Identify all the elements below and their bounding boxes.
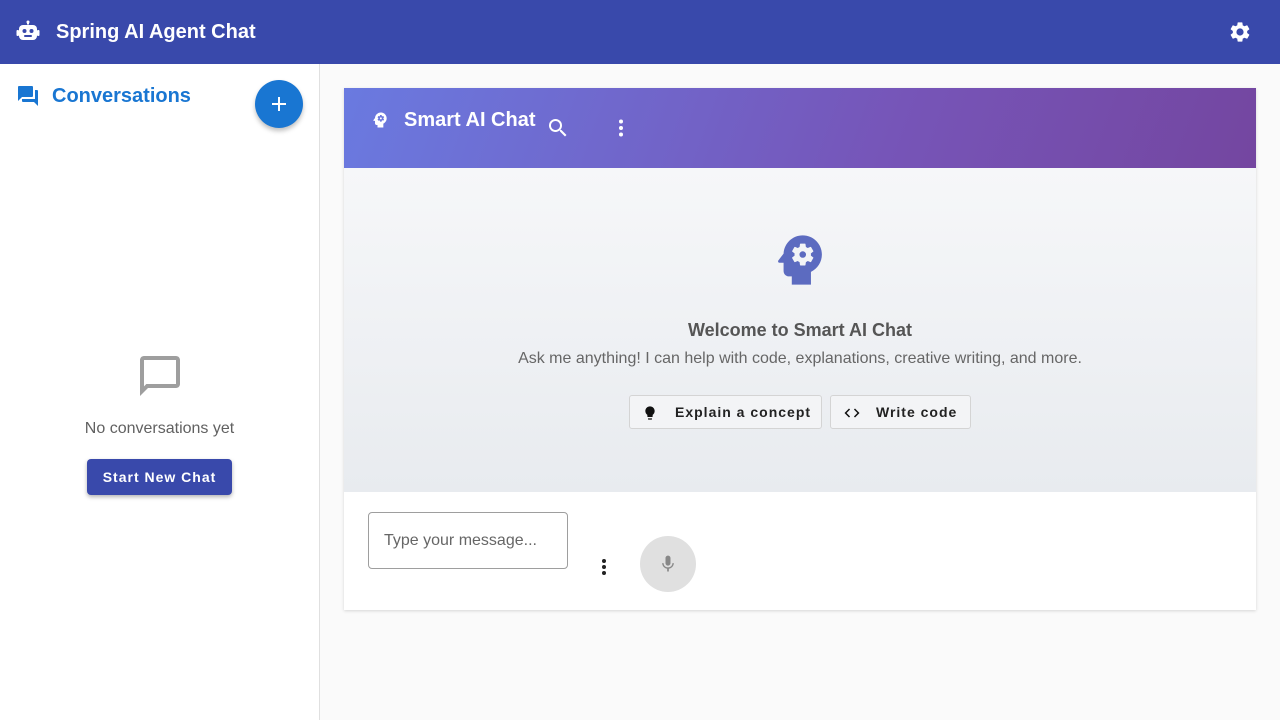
suggestion-write-code[interactable]: Write code [830,395,971,429]
welcome-title: Welcome to Smart AI Chat [687,320,913,340]
suggestion-explain-concept[interactable]: Explain a concept [629,395,822,429]
chat-card: Smart AI Chat Welcome to Smart AI Chat A… [344,88,1256,610]
suggestion-label: Explain a concept [675,404,812,420]
message-input[interactable] [368,512,568,569]
search-icon[interactable] [546,116,570,140]
voice-input-button[interactable] [640,536,696,592]
psychology-icon [373,112,387,128]
suggestion-label: Write code [876,404,958,420]
chat-bubble-outline-icon [140,356,180,396]
app-title: Spring AI Agent Chat [56,21,256,43]
welcome-subtitle: Ask me anything! I can help with code, e… [518,350,1082,367]
chat-header: Smart AI Chat [344,88,1256,168]
sidebar-title: Conversations [52,85,191,107]
more-vert-icon[interactable] [609,116,633,140]
new-conversation-button[interactable] [255,80,303,128]
plus-icon [272,97,286,111]
more-vert-icon[interactable] [592,555,616,579]
psychology-icon [778,235,822,285]
forum-icon [18,86,38,106]
mic-icon [662,555,674,572]
robot-icon [16,20,40,40]
chat-title: Smart AI Chat [404,109,536,131]
top-app-bar: Spring AI Agent Chat [0,0,1280,64]
gear-icon[interactable] [1228,20,1252,44]
welcome-panel: Welcome to Smart AI Chat Ask me anything… [344,168,1256,492]
message-composer [344,492,1256,610]
lightbulb-icon [645,406,655,420]
sidebar: Conversations No conversations yet Start… [0,64,320,720]
code-icon [844,408,860,418]
start-new-chat-button[interactable]: Start New Chat [87,459,232,495]
empty-state-text: No conversations yet [84,420,235,437]
